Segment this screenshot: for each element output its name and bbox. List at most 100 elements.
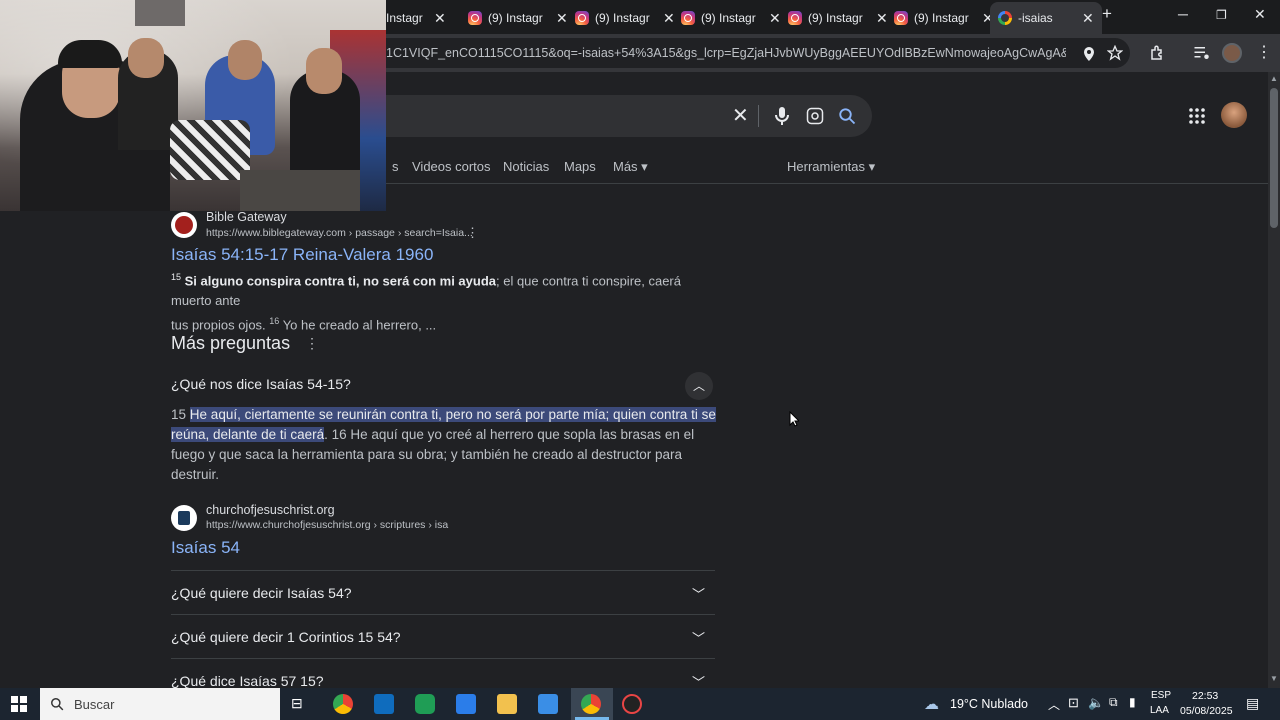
nav-videos-cortos[interactable]: Videos cortos [412,159,491,174]
browser-tab[interactable]: (9) Instagr ✕ [681,4,781,32]
obs-icon[interactable] [622,694,642,714]
tray-chevron-icon[interactable]: ︿ [1048,696,1060,713]
task-view-icon[interactable]: ⊟ [291,695,303,712]
browser-tab[interactable]: (9) Instagr ✕ [894,4,994,32]
search-input[interactable]: ✕ [310,95,872,137]
outlook-icon[interactable] [374,694,394,714]
webcam-overlay [0,0,386,211]
microphone-icon[interactable] [775,106,789,126]
taskbar-search[interactable]: Buscar [40,688,280,720]
taskbar-search-placeholder: Buscar [74,696,115,712]
highlighted-text: He aquí, ciertamente se reunirán contra … [189,407,716,422]
store-icon[interactable] [456,694,476,714]
result-url[interactable]: https://www.biblegateway.com › passage ›… [206,227,473,239]
highlighted-text: reúna, delante de ti caerá [171,427,325,442]
result-title-link[interactable]: Isaías 54:15-17 Reina-Valera 1960 [171,245,433,265]
paa-question-text: ¿Qué quiere decir 1 Corintios 15 54? [171,629,401,645]
tab-label: (9) Instagr [595,11,650,25]
volume-icon[interactable]: 🔈 [1088,695,1104,711]
close-tab-icon[interactable]: ✕ [876,10,888,27]
nav-noticias[interactable]: Noticias [503,159,549,174]
network-icon[interactable]: ⊡ [1068,695,1079,711]
location-icon[interactable] [1082,46,1096,62]
file-explorer-icon[interactable] [497,694,517,714]
paa-question-expanded[interactable]: ¿Qué nos dice Isaías 54-15? ︿ [171,372,715,400]
tab-label: Instagr [386,11,423,25]
paa-source-url[interactable]: https://www.churchofjesuschrist.org › sc… [206,519,448,531]
paa-answer: 15 He aquí, ciertamente se reunirán cont… [171,405,716,485]
tab-label: -isaias [1018,11,1053,25]
page-scrollbar[interactable]: ▲ ▼ [1268,72,1280,688]
nav-maps[interactable]: Maps [564,159,596,174]
layout-code[interactable]: LAA [1150,705,1169,716]
chevron-down-icon[interactable]: ﹀ [692,584,705,603]
apps-grid-icon[interactable] [1189,108,1205,124]
browser-tab[interactable]: (9) Instagr ✕ [468,4,568,32]
clear-search-icon[interactable]: ✕ [732,103,749,128]
snippet-bold: Si alguno conspira contra ti, no será co… [184,273,496,289]
media-control-icon[interactable] [1193,45,1211,61]
account-avatar[interactable] [1221,102,1247,128]
new-tab-button[interactable]: + [1102,4,1112,24]
extensions-icon[interactable] [1149,44,1167,62]
chevron-up-icon[interactable]: ︿ [685,372,713,400]
divider [758,105,759,127]
profile-avatar[interactable] [1222,43,1242,63]
scrollbar-thumb[interactable] [1270,88,1278,228]
maximize-button[interactable]: ❐ [1216,8,1227,22]
language-code[interactable]: ESP [1151,690,1171,701]
weather-text[interactable]: 19°C Nublado [950,697,1028,711]
biblegateway-favicon [171,212,197,238]
chrome-icon[interactable] [581,694,601,714]
meet-icon[interactable]: ⧉ [1109,695,1118,710]
notifications-icon[interactable]: ▤ [1246,695,1259,712]
close-tab-icon[interactable]: ✕ [1082,10,1094,27]
paa-question-text: ¿Qué dice Isaías 57 15? [171,673,324,689]
scroll-down-icon[interactable]: ▼ [1270,674,1278,683]
person-face [128,38,164,78]
search-icon[interactable] [838,107,856,125]
bookmark-star-icon[interactable] [1107,45,1123,61]
close-tab-icon[interactable]: ✕ [434,10,446,27]
close-tab-icon[interactable]: ✕ [663,10,675,27]
browser-tab[interactable]: Instagr ✕ [386,4,446,32]
minimize-button[interactable]: ─ [1178,6,1188,22]
mouse-cursor-icon [789,411,799,427]
close-tab-icon[interactable]: ✕ [769,10,781,27]
patterned-clothing [170,120,250,180]
paa-question-row[interactable]: ¿Qué quiere decir Isaías 54? ﹀ [171,571,715,615]
windows-start-icon[interactable] [11,696,27,712]
nav-mas[interactable]: Más ▾ [613,159,648,175]
close-window-button[interactable]: ✕ [1254,6,1266,23]
result-options-icon[interactable]: ⋮ [466,225,479,241]
church-favicon [171,505,197,531]
paa-question-row[interactable]: ¿Qué quiere decir 1 Corintios 15 54? ﹀ [171,615,715,659]
instagram-icon [894,11,908,25]
paa-source-site: churchofjesuschrist.org [206,503,335,517]
url-text[interactable]: 1C1VIQF_enCO1115CO1115&oq=-isaias+54%3A1… [386,46,1066,60]
browser-tab-active[interactable]: -isaias ✕ [990,2,1102,34]
kebab-menu-icon[interactable]: ⋮ [1256,42,1272,62]
browser-tab[interactable]: (9) Instagr ✕ [788,4,888,32]
lens-camera-icon[interactable] [806,107,824,125]
chrome-icon[interactable] [333,694,353,714]
browser-tab[interactable]: (9) Instagr ✕ [575,4,675,32]
app-icon[interactable] [415,694,435,714]
app-icon[interactable] [538,694,558,714]
scroll-up-icon[interactable]: ▲ [1270,74,1278,83]
chevron-down-icon[interactable]: ﹀ [692,628,705,647]
paa-source-title-link[interactable]: Isaías 54 [171,538,240,558]
tools-button[interactable]: Herramientas ▾ [787,159,875,175]
close-tab-icon[interactable]: ✕ [556,10,568,27]
clock-date[interactable]: 05/08/2025 [1180,705,1233,717]
verse-number: 15 [171,407,187,422]
desk [240,170,360,211]
snippet-text: Yo he creado al herrero, ... [282,317,437,333]
result-site-name: Bible Gateway [206,210,287,224]
verse-number: 16 [269,316,280,327]
microphone-icon[interactable]: ▮ [1129,695,1136,709]
clock-time[interactable]: 22:53 [1192,690,1218,702]
nav-partial[interactable]: s [392,159,399,174]
paa-options-icon[interactable]: ⋮ [305,335,319,352]
instagram-icon [788,11,802,25]
